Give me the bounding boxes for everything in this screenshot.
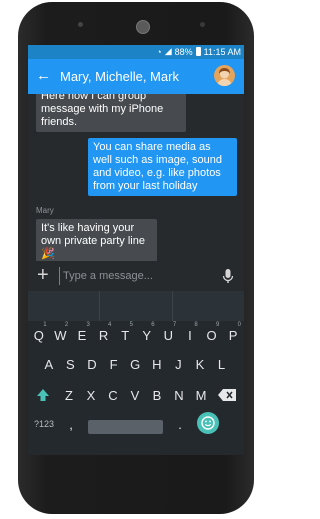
key-m[interactable]: M bbox=[190, 383, 212, 407]
period-key[interactable]: . bbox=[169, 412, 191, 436]
key-w[interactable]: W2 bbox=[50, 322, 72, 347]
message-sender-name: Mary bbox=[36, 206, 54, 215]
wifi-icon: ◔ bbox=[156, 46, 162, 57]
message-list[interactable]: Here how I can group message with my iPh… bbox=[28, 94, 244, 261]
key-t[interactable]: T5 bbox=[114, 322, 136, 347]
key-g[interactable]: G bbox=[124, 352, 146, 376]
message-bubble-incoming: Here how I can group message with my iPh… bbox=[36, 94, 186, 132]
battery-percent: 88% bbox=[174, 46, 193, 57]
symbols-key[interactable]: ?123 bbox=[28, 412, 60, 436]
backspace-icon bbox=[218, 389, 236, 401]
key-u[interactable]: U7 bbox=[158, 322, 180, 347]
key-v[interactable]: V bbox=[124, 383, 146, 407]
app-bar: ← Mary, Michelle, Mark bbox=[28, 59, 244, 94]
key-r[interactable]: R4 bbox=[93, 322, 115, 347]
key-f[interactable]: F bbox=[103, 352, 125, 376]
add-attachment-icon[interactable]: + bbox=[37, 264, 49, 286]
avatar-face-icon bbox=[217, 68, 232, 86]
key-j[interactable]: J bbox=[168, 352, 190, 376]
spacebar bbox=[88, 419, 163, 434]
key-z[interactable]: Z bbox=[58, 383, 80, 407]
key-s[interactable]: S bbox=[60, 352, 82, 376]
key-y[interactable]: Y6 bbox=[136, 322, 158, 347]
emoji-key[interactable] bbox=[197, 412, 219, 434]
phone-mic-dot bbox=[78, 22, 83, 27]
key-x[interactable]: X bbox=[80, 383, 102, 407]
backspace-key[interactable] bbox=[212, 383, 242, 407]
phone-sensor bbox=[200, 22, 205, 27]
key-i[interactable]: I8 bbox=[179, 322, 201, 347]
status-bar: ◔ ◢ 88% 11:15 AM bbox=[28, 45, 244, 59]
keyboard-row-4: ?123 , . bbox=[28, 412, 244, 436]
key-a[interactable]: A bbox=[38, 352, 60, 376]
conversation-title: Mary, Michelle, Mark bbox=[60, 69, 179, 84]
key-k[interactable]: K bbox=[189, 352, 211, 376]
status-time: 11:15 AM bbox=[203, 46, 241, 57]
message-bubble-incoming: It's like having your own private party … bbox=[36, 219, 157, 261]
back-arrow-icon[interactable]: ← bbox=[36, 67, 51, 85]
compose-bar: + Type a message... bbox=[28, 261, 244, 291]
keyboard-row-3: Z X C V B N M bbox=[28, 383, 244, 407]
screen: ◔ ◢ 88% 11:15 AM ← Mary, Michelle, Mark … bbox=[28, 45, 244, 455]
avatar[interactable] bbox=[214, 65, 235, 86]
suggestion-strip bbox=[28, 291, 244, 321]
key-l[interactable]: L bbox=[211, 352, 233, 376]
key-q[interactable]: Q1 bbox=[28, 322, 50, 347]
keyboard: Q1 W2 E3 R4 T5 Y6 U7 I8 O9 P0 A S D F G … bbox=[28, 291, 244, 455]
spacebar-key[interactable] bbox=[82, 412, 169, 436]
keyboard-row-1: Q1 W2 E3 R4 T5 Y6 U7 I8 O9 P0 bbox=[28, 322, 244, 347]
key-n[interactable]: N bbox=[168, 383, 190, 407]
battery-icon bbox=[195, 47, 201, 56]
signal-icon: ◢ bbox=[164, 46, 172, 56]
key-e[interactable]: E3 bbox=[71, 322, 93, 347]
shift-key[interactable] bbox=[28, 383, 58, 407]
key-o[interactable]: O9 bbox=[201, 322, 223, 347]
shift-arrow-icon bbox=[37, 389, 49, 401]
key-p[interactable]: P0 bbox=[222, 322, 244, 347]
message-input[interactable]: Type a message... bbox=[59, 267, 209, 285]
key-c[interactable]: C bbox=[102, 383, 124, 407]
message-bubble-outgoing: You can share media as well such as imag… bbox=[88, 138, 237, 196]
key-h[interactable]: H bbox=[146, 352, 168, 376]
key-b[interactable]: B bbox=[146, 383, 168, 407]
key-d[interactable]: D bbox=[81, 352, 103, 376]
microphone-icon[interactable] bbox=[220, 268, 236, 284]
phone-camera bbox=[136, 20, 150, 34]
keyboard-row-2: A S D F G H J K L bbox=[38, 352, 244, 376]
comma-key[interactable]: , bbox=[60, 412, 82, 436]
smiley-icon bbox=[201, 416, 215, 430]
